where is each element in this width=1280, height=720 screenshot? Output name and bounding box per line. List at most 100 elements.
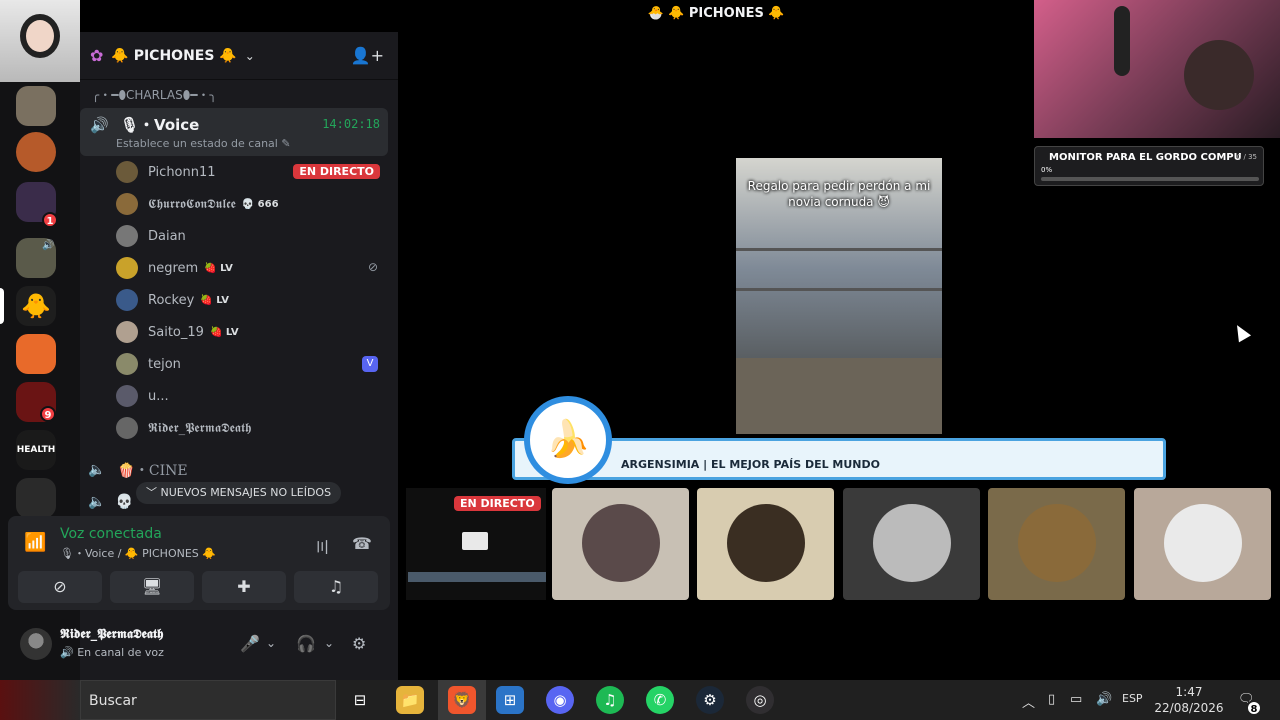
invite-people-icon[interactable]: 👤+ <box>351 46 384 65</box>
disconnect-icon[interactable]: ☎ <box>352 534 372 553</box>
voice-channel-name: 🎙・Voice <box>120 116 200 134</box>
member-name: Rockey <box>148 292 195 308</box>
voice-member[interactable]: 𝕮𝖍𝖚𝖗𝖗𝖔𝕮𝖔𝖓𝕯𝖚𝖑𝖈𝖊 💀 666 <box>116 190 386 218</box>
voice-member[interactable]: negrem 🍓 LV ⊘ <box>116 254 386 282</box>
gear-icon[interactable]: ⚙ <box>352 634 366 653</box>
member-tag: 🍓 LV <box>204 262 233 274</box>
server-icon-4[interactable] <box>16 334 56 374</box>
member-tag: 🍓 LV <box>209 326 239 338</box>
username: 𝕽𝖎𝖉𝖊𝖗_𝕻𝖊𝖗𝖒𝖆𝕯𝖊𝖆𝖙𝖍 <box>60 627 164 642</box>
discord-icon[interactable]: ◉ <box>546 686 574 714</box>
voice-connected-location[interactable]: 🎙・Voice / 🐥 PICHONES 🐥 <box>60 545 216 561</box>
voice-channel-hidden[interactable]: 🔈 💀 <box>88 494 133 510</box>
participant-tile[interactable] <box>1134 488 1271 600</box>
server-header[interactable]: ✿ 🐥 PICHONES 🐥 ⌄ 👤+ <box>80 32 398 80</box>
avatar <box>116 289 138 311</box>
voice-connected-title: Voz conectada <box>60 526 162 542</box>
language-indicator[interactable]: ESP <box>1122 692 1143 705</box>
soundboard-button[interactable]: ♫ <box>294 571 378 603</box>
member-name: Pichonn11 <box>148 164 216 180</box>
active-server-pill <box>0 288 4 324</box>
activities-button[interactable]: ✚ <box>202 571 286 603</box>
server-icon-health[interactable]: HEALTH <box>16 430 56 470</box>
chevron-down-icon[interactable]: ⌄ <box>324 636 334 650</box>
category-charlas[interactable]: ╭・━⬮CHARLAS⬮━・╮ <box>92 86 217 103</box>
speaker-icon: 🔈 <box>88 462 106 478</box>
steam-icon[interactable]: ⚙ <box>696 686 724 714</box>
server-icon-pichones[interactable]: 🐥 <box>16 286 56 326</box>
search-box[interactable]: Buscar <box>80 680 336 720</box>
stream-tile-live[interactable]: EN DIRECTO <box>406 488 546 600</box>
avatar <box>116 321 138 343</box>
participant-tile[interactable] <box>843 488 980 600</box>
streamer-webcam <box>1034 0 1280 138</box>
voice-member[interactable]: tejon V <box>116 350 386 378</box>
goal-count: 0 / 35 <box>1236 153 1257 161</box>
voice-channel-cine[interactable]: 🔈 🍿・CINE <box>88 460 188 480</box>
chevron-down-icon[interactable]: ⌄ <box>245 49 255 63</box>
voice-member[interactable]: u... <box>116 382 386 410</box>
member-name: 𝕮𝖍𝖚𝖗𝖗𝖔𝕮𝖔𝖓𝕯𝖚𝖑𝖈𝖊 <box>148 196 236 212</box>
user-status: 🔊 En canal de voz <box>60 646 164 659</box>
avatar[interactable] <box>20 628 52 660</box>
usb-device-icon[interactable]: ▯ <box>1048 692 1055 707</box>
camera-off-button[interactable]: ⊘ <box>18 571 102 603</box>
participant-tile[interactable] <box>697 488 834 600</box>
avatar <box>116 161 138 183</box>
voice-member[interactable]: 𝕽𝖎𝖉𝖊𝖗_𝕻𝖊𝖗𝖒𝖆𝕯𝖊𝖆𝖙𝖍 <box>116 414 386 442</box>
spotify-icon[interactable]: ♫ <box>596 686 624 714</box>
banana-icon: 🍌 <box>524 396 612 484</box>
member-name: Daian <box>148 228 186 244</box>
voice-member[interactable]: Rockey 🍓 LV <box>116 286 386 314</box>
server-boost-icon: ✿ <box>90 46 104 65</box>
brave-browser-icon[interactable]: 🦁 <box>448 686 476 714</box>
shelf <box>736 288 942 291</box>
verified-badge: V <box>362 356 378 372</box>
share-screen-button[interactable]: 🖥 <box>110 571 194 603</box>
avatar <box>116 417 138 439</box>
clock-date: 22/08/2026 <box>1154 701 1224 715</box>
video-caption: Regalo para pedir perdón a mi novia corn… <box>747 179 931 209</box>
avatar <box>582 504 660 582</box>
participant-tile[interactable] <box>988 488 1125 600</box>
voice-channel-voice[interactable]: 🔊 🎙・Voice 14:02:18 Establece un estado d… <box>80 108 388 156</box>
window-title: 🐣 🐥 PICHONES 🐥 <box>647 6 785 21</box>
participant-tile[interactable] <box>552 488 689 600</box>
volume-icon[interactable]: 🔊 <box>1096 692 1112 707</box>
voice-member[interactable]: Saito_19 🍓 LV <box>116 318 386 346</box>
network-icon[interactable]: ▭ <box>1070 692 1082 707</box>
clock[interactable]: 1:47 22/08/2026 <box>1152 684 1226 716</box>
voice-member[interactable]: Pichonn11 EN DIRECTO <box>116 158 386 186</box>
obs-icon[interactable]: ◎ <box>746 686 774 714</box>
headphones-icon[interactable]: 🎧 <box>296 634 316 653</box>
microphone-icon[interactable]: 🎤 <box>240 634 260 653</box>
file-explorer-icon[interactable]: 📁 <box>396 686 424 714</box>
skull-icon: 💀 <box>115 494 133 510</box>
voice-member[interactable]: Daian <box>116 222 386 250</box>
task-view-icon[interactable]: ⊟ <box>346 686 374 714</box>
noise-suppression-icon[interactable]: 〣 <box>314 534 330 558</box>
server-icon-2[interactable] <box>16 132 56 172</box>
banner-text: ARGENSIMIA | EL MEJOR PAÍS DEL MUNDO <box>621 458 880 471</box>
taskbar-thumbnail[interactable] <box>0 680 80 720</box>
guitar-silhouette <box>1114 6 1130 76</box>
goal-progress-bar <box>1041 177 1259 181</box>
search-placeholder: Buscar <box>89 693 137 709</box>
server-name: 🐥 PICHONES 🐥 <box>111 47 237 64</box>
show-hidden-icons[interactable]: ︿ <box>1022 692 1035 711</box>
chevron-down-icon[interactable]: ⌄ <box>266 636 276 650</box>
server-icon-doom[interactable] <box>16 478 56 518</box>
channel-status-input[interactable]: Establece un estado de canal ✎ <box>116 137 291 150</box>
whatsapp-icon[interactable]: ✆ <box>646 686 674 714</box>
microsoft-store-icon[interactable]: ⊞ <box>496 686 524 714</box>
channel-name: 🍿・CINE <box>117 463 188 479</box>
new-unread-messages-button[interactable]: ﹀ NUEVOS MENSAJES NO LEÍDOS <box>136 482 342 504</box>
voice-channel-timer: 14:02:18 <box>322 117 380 131</box>
donation-goal-widget: MONITOR PARA EL GORDO COMPU 0 / 35 0% <box>1034 146 1264 186</box>
signal-strength-icon[interactable]: 📶 <box>24 532 46 553</box>
stream-video[interactable]: Regalo para pedir perdón a mi novia corn… <box>736 158 942 434</box>
server-icon-1[interactable] <box>16 86 56 126</box>
goal-percent: 0% <box>1041 166 1053 174</box>
unread-badge: 1 <box>42 212 58 228</box>
member-tag: 💀 666 <box>241 198 279 210</box>
